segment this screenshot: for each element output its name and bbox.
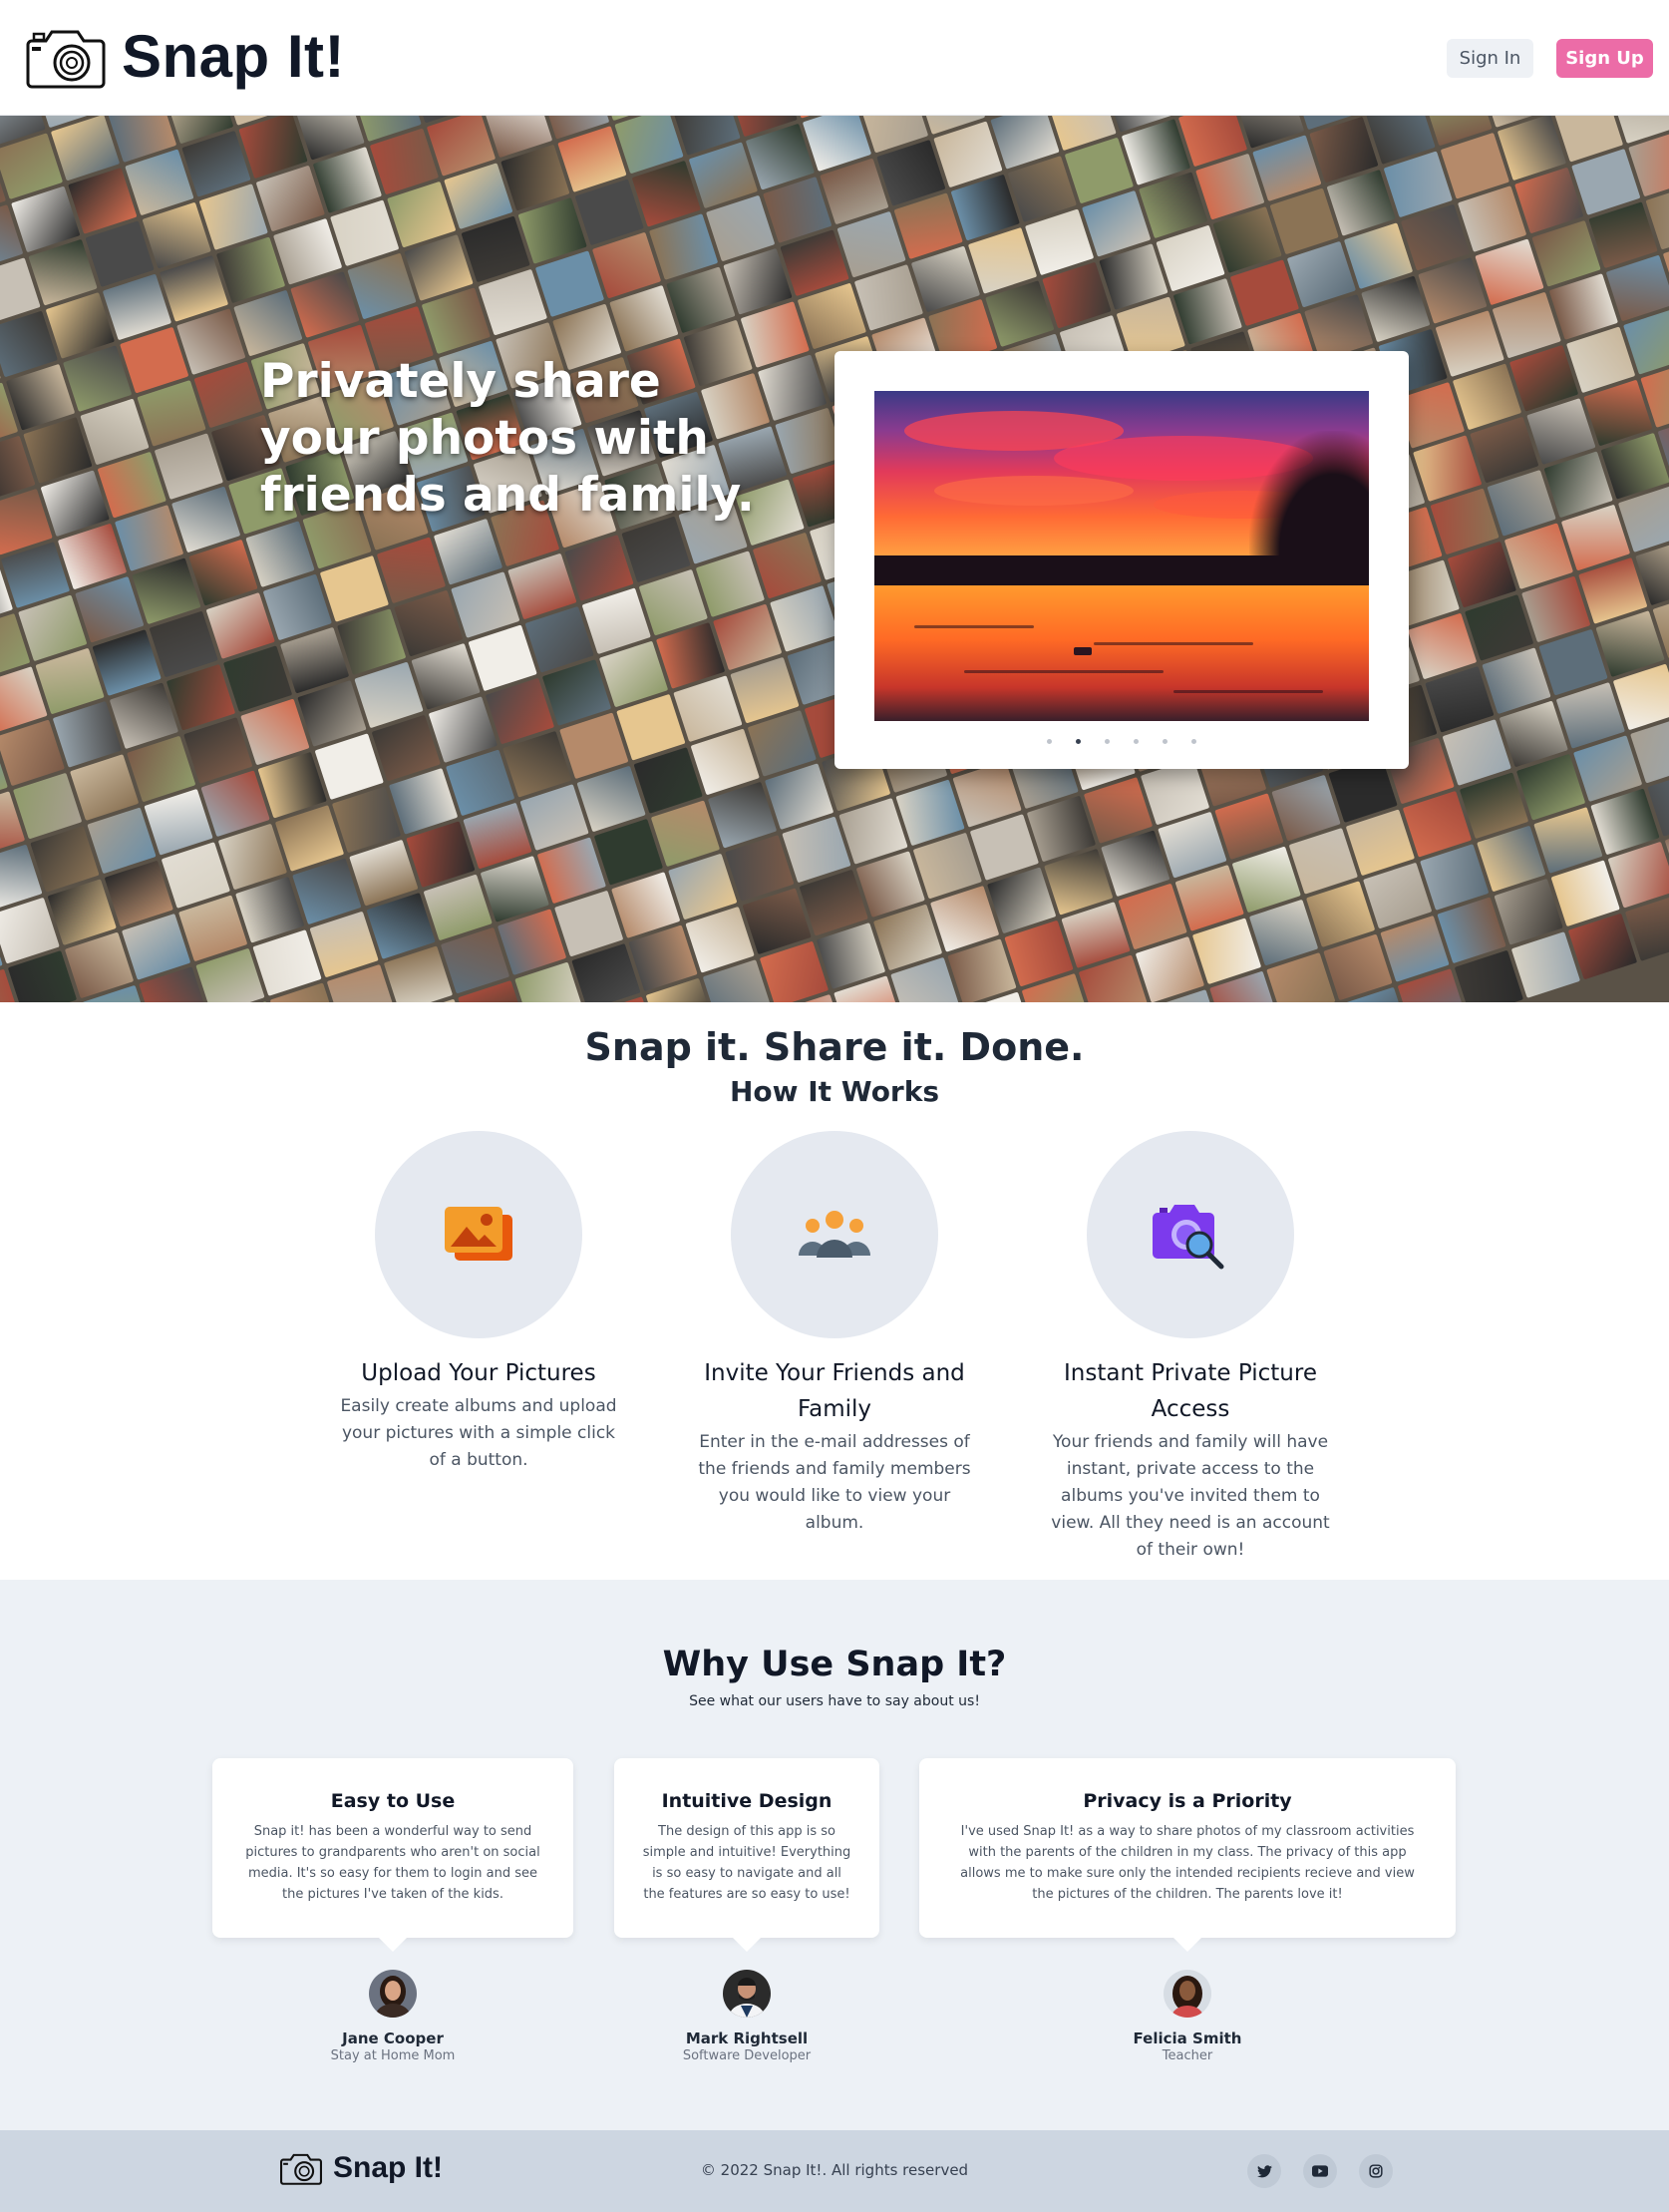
copyright-text: © 2022 Snap It!. All rights reserved — [700, 2161, 969, 2179]
author-name: Felicia Smith — [1133, 2029, 1242, 2047]
testimonial-title: Privacy is a Priority — [1083, 1790, 1292, 1812]
testimonial-title: Intuitive Design — [661, 1790, 833, 1812]
people-icon — [799, 1211, 870, 1258]
slider-dot[interactable] — [1191, 739, 1196, 744]
feature-access: Instant Private Picture Access Your frie… — [1046, 1131, 1335, 1564]
author-role: Software Developer — [682, 2048, 812, 2063]
slide-image-sunset — [874, 391, 1369, 721]
brand-logo[interactable]: Snap It! — [26, 22, 345, 91]
testimonial-author: Felicia Smith Teacher — [1068, 1970, 1307, 2063]
feature-title: Upload Your Pictures — [361, 1360, 596, 1386]
twitter-link[interactable] — [1247, 2154, 1281, 2188]
testimonial-author: Mark Rightsell Software Developer — [627, 1970, 866, 2063]
testimonial-text: I've used Snap It! as a way to share pho… — [960, 1824, 1415, 1902]
author-role: Teacher — [1162, 2048, 1213, 2063]
hero-headline: Privately share your photos with friends… — [260, 354, 755, 523]
slider-dot[interactable] — [1076, 739, 1081, 744]
testimonial-text: Snap it! has been a wonderful way to sen… — [245, 1824, 540, 1902]
testimonial-card: Easy to Use Snap it! has been a wonderfu… — [212, 1758, 573, 1952]
youtube-link[interactable] — [1303, 2154, 1337, 2188]
slider-dot[interactable] — [1134, 739, 1139, 744]
slider-dot[interactable] — [1163, 739, 1168, 744]
twitter-icon — [1256, 2164, 1272, 2177]
testimonial-card: Privacy is a Priority I've used Snap It!… — [919, 1758, 1456, 1952]
feature-text: Enter in the e-mail addresses of the fri… — [698, 1432, 971, 1533]
testimonial-card: Intuitive Design The design of this app … — [614, 1758, 879, 1952]
site-footer: Snap It! © 2022 Snap It!. All rights res… — [0, 2130, 1669, 2212]
avatar — [723, 1970, 771, 2018]
camera-search-icon — [1153, 1205, 1224, 1270]
section-title: Why Use Snap It? — [662, 1645, 1007, 1684]
slider-dots — [834, 739, 1409, 744]
testimonial-text: The design of this app is so simple and … — [642, 1824, 851, 1902]
sign-up-button[interactable]: Sign Up — [1556, 39, 1653, 78]
slider-dot[interactable] — [1047, 739, 1052, 744]
feature-title: Invite Your Friends and Family — [704, 1360, 965, 1422]
author-name: Mark Rightsell — [685, 2029, 809, 2047]
feature-text: Easily create albums and upload your pic… — [340, 1396, 617, 1470]
slider-dot[interactable] — [1105, 739, 1110, 744]
feature-icon-circle — [731, 1131, 938, 1338]
hero-section: Privately share your photos with friends… — [0, 116, 1669, 1002]
feature-invite: Invite Your Friends and Family Enter in … — [690, 1131, 979, 1537]
photo-slider[interactable] — [834, 351, 1409, 769]
feature-title: Instant Private Picture Access — [1064, 1360, 1317, 1422]
testimonial-title: Easy to Use — [330, 1790, 456, 1812]
images-icon — [445, 1207, 512, 1261]
camera-logo-icon — [26, 30, 106, 88]
brand-name: Snap It! — [122, 23, 345, 90]
youtube-icon — [1312, 2165, 1328, 2177]
avatar — [1164, 1970, 1211, 2018]
section-subtitle: How It Works — [729, 1075, 940, 1108]
section-title: Snap it. Share it. Done. — [584, 1025, 1085, 1069]
section-subtitle: See what our users have to say about us! — [689, 1693, 980, 1709]
instagram-link[interactable] — [1359, 2154, 1393, 2188]
avatar — [369, 1970, 417, 2018]
sign-in-button[interactable]: Sign In — [1447, 39, 1533, 78]
testimonial-author: Jane Cooper Stay at Home Mom — [273, 1970, 512, 2063]
testimonials-section: Why Use Snap It? See what our users have… — [0, 1580, 1669, 2130]
feature-text: Your friends and family will have instan… — [1051, 1432, 1330, 1560]
feature-icon-circle — [1087, 1131, 1294, 1338]
instagram-icon — [1369, 2164, 1383, 2178]
author-role: Stay at Home Mom — [330, 2048, 456, 2063]
feature-icon-circle — [375, 1131, 582, 1338]
author-name: Jane Cooper — [342, 2029, 444, 2047]
feature-upload: Upload Your Pictures Easily create album… — [334, 1131, 623, 1474]
site-header: Snap It! Sign In Sign Up — [0, 0, 1669, 116]
how-it-works-section: Snap it. Share it. Done. How It Works Up… — [0, 1002, 1669, 1580]
